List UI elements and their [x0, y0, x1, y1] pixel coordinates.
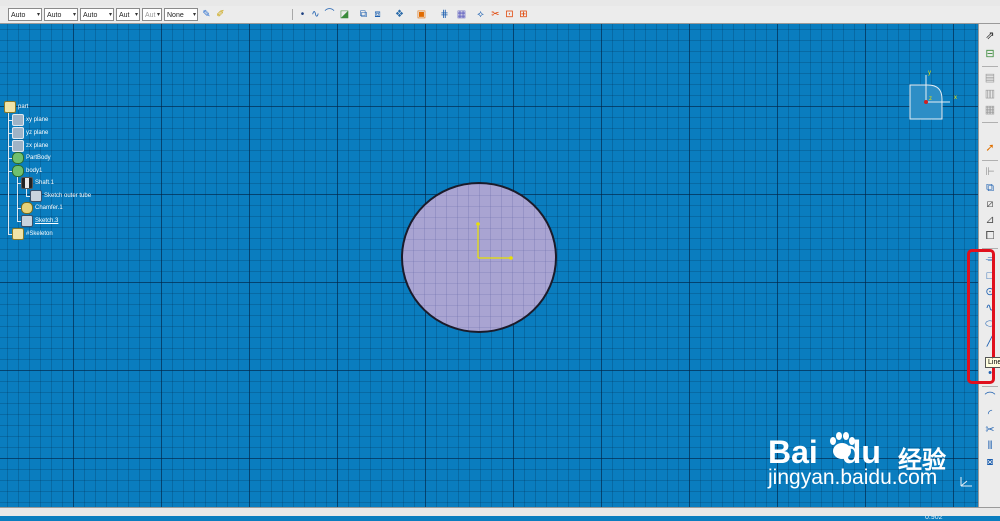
specification-tree: part xy plane yz plane zx plane PartBody… [4, 101, 144, 241]
part-icon [4, 101, 16, 113]
separator [292, 9, 293, 20]
separator [982, 386, 998, 387]
paw-icon [830, 432, 855, 459]
tree-connector [8, 109, 9, 235]
sketch-h-handle [509, 256, 513, 260]
constraint-icon[interactable]: ⊩ [983, 166, 997, 179]
separator [982, 122, 998, 123]
separator [982, 66, 998, 67]
line-width-combo[interactable]: Auto ▾ [44, 8, 78, 21]
constraint-icon[interactable]: ⊿ [983, 214, 997, 227]
point-type-combo[interactable]: Aut ▾ [116, 8, 140, 21]
tree-item-zx-plane[interactable]: zx plane [12, 140, 48, 152]
tree-item-skeleton[interactable]: #Skeleton [12, 228, 53, 240]
chevron-down-icon: ▾ [36, 12, 40, 18]
graphic-properties-toolbar: Auto ▾ Auto ▾ Auto ▾ Aut ▾ Aut ▾ None ▾ ✎ ✐ • … [0, 6, 1000, 24]
chevron-down-icon: ▾ [134, 12, 138, 18]
grid-icon[interactable]: ⋕ [438, 8, 451, 21]
tree-item-part[interactable]: part [4, 101, 28, 113]
body-icon [12, 152, 24, 164]
render-style-combo[interactable]: None ▾ [164, 8, 198, 21]
plane-icon [12, 140, 24, 152]
compass-y-label: y [928, 70, 931, 76]
exit-workbench-icon[interactable]: ⇗ [983, 30, 997, 43]
constraint-icon[interactable]: ⧉ [983, 182, 997, 195]
shaft-icon [21, 177, 33, 189]
tree-item-body1[interactable]: body1 [12, 165, 42, 177]
line-color-combo[interactable]: Auto ▾ [8, 8, 42, 21]
tree-item-partbody[interactable]: PartBody [12, 152, 51, 164]
tree-item-yz-plane[interactable]: yz plane [12, 127, 48, 139]
chevron-down-icon: ▾ [72, 12, 76, 18]
project-icon[interactable]: ⧇ [983, 456, 997, 469]
layer-icon[interactable]: ▥ [983, 88, 997, 101]
tree-item-sketch-outer-tube[interactable]: Sketch outer tube [30, 190, 91, 202]
plane-icon [12, 114, 24, 126]
tree-connector [17, 177, 18, 209]
tree-connector [17, 209, 18, 221]
painter-icon[interactable]: ✎ [200, 8, 213, 21]
compass-x-label: x [954, 95, 957, 101]
tree-item-chamfer[interactable]: Chamfer.1 [21, 202, 63, 214]
point-icon[interactable]: • [296, 8, 309, 21]
cut-part-icon[interactable]: ▤ [983, 72, 997, 85]
constraint-icon[interactable]: ⧠ [983, 230, 997, 243]
3d-viewport[interactable]: part xy plane yz plane zx plane PartBody… [0, 24, 978, 521]
line-tooltip: Line [985, 357, 1000, 368]
axis-corner-icon [960, 477, 972, 487]
select-box-icon[interactable]: ⧈ [371, 8, 384, 21]
chevron-down-icon: ▾ [108, 12, 112, 18]
snap-icon[interactable]: ▦ [455, 8, 468, 21]
surface-icon[interactable]: ⌒ [323, 8, 336, 21]
constraint-icon[interactable]: ⟡ [474, 8, 487, 21]
compass-widget[interactable]: y x z [906, 69, 966, 121]
sketch-v-handle [476, 222, 480, 226]
chamfer-icon [21, 202, 33, 214]
trim-icon[interactable]: ✂ [983, 424, 997, 437]
watermark-url: jingyan.baidu.com [768, 466, 938, 489]
constraint-icon[interactable]: ⧄ [983, 198, 997, 211]
sketch-icon[interactable]: ⊟ [983, 48, 997, 61]
body-icon [12, 165, 24, 177]
chamfer-icon[interactable]: ◜ [983, 408, 997, 421]
cut-icon[interactable]: ✂ [489, 8, 502, 21]
select-3d-icon[interactable]: ⧉ [357, 8, 370, 21]
layer-combo[interactable]: Aut ▾ [142, 8, 162, 21]
chevron-down-icon: ▾ [156, 12, 160, 18]
sketch-circle[interactable] [400, 181, 558, 334]
corner-icon[interactable]: ⌒ [983, 392, 997, 405]
tree-item-shaft[interactable]: Shaft.1 [21, 177, 54, 189]
separator [982, 160, 998, 161]
layer-icon[interactable]: ▦ [983, 104, 997, 117]
dimension-icon[interactable]: ⊡ [503, 8, 516, 21]
tree-item-xy-plane[interactable]: xy plane [12, 114, 48, 126]
chevron-down-icon: ▾ [192, 12, 196, 18]
dimension-icon[interactable]: ⊞ [517, 8, 530, 21]
select-icon[interactable]: ➚ [983, 142, 997, 155]
sketch-icon [21, 215, 33, 227]
compass-origin [924, 100, 928, 104]
tree-item-sketch3[interactable]: Sketch.3 [21, 215, 58, 227]
format-icon[interactable]: ✐ [214, 8, 227, 21]
explode-icon[interactable]: ❖ [393, 8, 406, 21]
block-icon[interactable]: ▣ [415, 8, 428, 21]
line-type-combo[interactable]: Auto ▾ [80, 8, 114, 21]
skeleton-icon [12, 228, 24, 240]
plane-icon [12, 127, 24, 139]
bracket-icon[interactable]: ◪ [338, 8, 351, 21]
mirror-icon[interactable]: ⫴ [983, 440, 997, 453]
spline-icon[interactable]: ∿ [309, 8, 322, 21]
sketch-icon [30, 190, 42, 202]
compass-z-label: z [929, 96, 932, 102]
